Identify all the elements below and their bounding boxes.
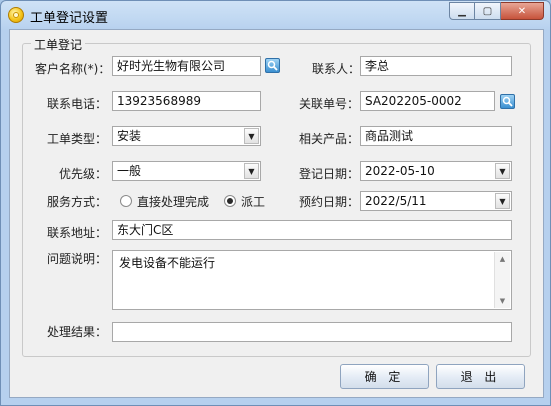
register-date-label: 登记日期： xyxy=(299,167,360,181)
minimize-icon: ▁ xyxy=(458,5,466,17)
customer-name-input[interactable]: 好时光生物有限公司 xyxy=(112,56,261,76)
contact-input[interactable]: 李总 xyxy=(360,56,512,76)
customer-name-label: 客户名称(*)： xyxy=(35,62,111,76)
close-button[interactable]: ✕ xyxy=(501,2,544,20)
result-label: 处理结果： xyxy=(47,325,108,339)
app-icon xyxy=(8,7,24,23)
order-type-label: 工单类型： xyxy=(47,132,108,146)
appointment-date-label: 预约日期： xyxy=(299,195,360,209)
maximize-button[interactable]: ▢ xyxy=(475,2,501,20)
related-product-label: 相关产品： xyxy=(299,132,360,146)
service-mode-label: 服务方式： xyxy=(47,195,108,209)
problem-textarea[interactable]: 发电设备不能运行 ▲ ▼ xyxy=(112,250,512,310)
related-order-input[interactable]: SA202205-0002 xyxy=(360,91,495,111)
problem-label: 问题说明： xyxy=(47,252,108,266)
appointment-date-value: 2022/5/11 xyxy=(365,194,427,208)
radio-dispatch[interactable] xyxy=(224,195,236,207)
priority-label: 优先级： xyxy=(59,167,108,181)
chevron-down-icon[interactable]: ▼ xyxy=(244,163,259,179)
priority-value: 一般 xyxy=(117,164,142,178)
ok-button[interactable]: 确 定 xyxy=(340,364,429,389)
group-legend: 工单登记 xyxy=(31,36,86,53)
radio-direct-complete[interactable] xyxy=(120,195,132,207)
phone-label: 联系电话： xyxy=(47,97,108,111)
search-icon xyxy=(267,60,278,71)
related-order-search-button[interactable] xyxy=(500,94,515,109)
scroll-down-icon[interactable]: ▼ xyxy=(495,294,510,308)
maximize-icon: ▢ xyxy=(482,5,493,17)
chevron-down-icon[interactable]: ▼ xyxy=(244,128,259,144)
scroll-up-icon[interactable]: ▲ xyxy=(495,252,510,266)
close-icon: ✕ xyxy=(517,5,527,17)
problem-scrollbar[interactable]: ▲ ▼ xyxy=(494,252,510,308)
phone-input[interactable]: 13923568989 xyxy=(112,91,261,111)
related-order-label: 关联单号： xyxy=(299,97,360,111)
radio-dispatch-label[interactable]: 派工 xyxy=(241,193,265,210)
address-input[interactable]: 东大门C区 xyxy=(112,220,512,240)
order-type-select[interactable]: 安装 ▼ xyxy=(112,126,261,146)
order-type-value: 安装 xyxy=(117,129,142,143)
dialog-window: 工单登记设置 ▁ ▢ ✕ 工单登记 客户名称(*)： 好时光生物有限公司 联系人… xyxy=(0,0,551,406)
exit-button[interactable]: 退 出 xyxy=(436,364,525,389)
related-product-input[interactable]: 商品测试 xyxy=(360,126,512,146)
chevron-down-icon[interactable]: ▼ xyxy=(495,193,510,209)
search-icon xyxy=(502,96,513,107)
result-input[interactable] xyxy=(112,322,512,342)
register-date-value: 2022-05-10 xyxy=(365,164,435,178)
customer-search-button[interactable] xyxy=(265,58,280,73)
contact-label: 联系人： xyxy=(312,62,361,76)
window-title: 工单登记设置 xyxy=(30,11,109,26)
title-bar[interactable]: 工单登记设置 ▁ ▢ ✕ xyxy=(1,1,550,29)
register-date-picker[interactable]: 2022-05-10 ▼ xyxy=(360,161,512,181)
priority-select[interactable]: 一般 ▼ xyxy=(112,161,261,181)
problem-text: 发电设备不能运行 xyxy=(119,256,216,270)
minimize-button[interactable]: ▁ xyxy=(449,2,475,20)
dialog-body: 工单登记 客户名称(*)： 好时光生物有限公司 联系人： 李总 联系电话： 13… xyxy=(9,29,544,398)
appointment-date-picker[interactable]: 2022/5/11 ▼ xyxy=(360,191,512,211)
chevron-down-icon[interactable]: ▼ xyxy=(495,163,510,179)
address-label: 联系地址： xyxy=(47,226,108,240)
radio-direct-complete-label[interactable]: 直接处理完成 xyxy=(137,193,209,210)
